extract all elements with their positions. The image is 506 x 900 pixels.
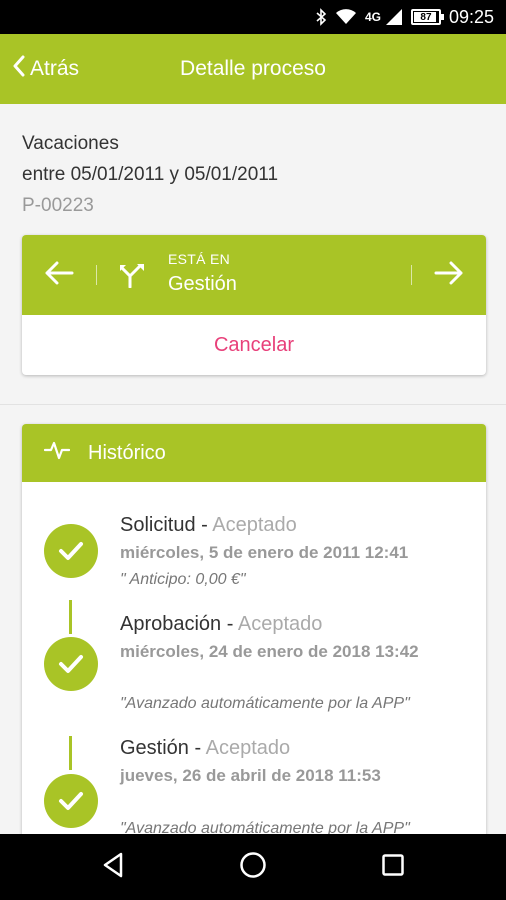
state-value: Gestión bbox=[168, 273, 237, 295]
signal-icon bbox=[385, 8, 403, 26]
history-entry-note: " Anticipo: 0,00 €" bbox=[120, 571, 246, 588]
timeline-connector bbox=[69, 600, 72, 634]
wifi-icon bbox=[335, 8, 357, 26]
entry-separator: - bbox=[195, 514, 213, 536]
cancel-button[interactable]: Cancelar bbox=[22, 315, 486, 375]
entry-step: Solicitud bbox=[120, 514, 196, 536]
system-recents-button[interactable] bbox=[353, 834, 433, 900]
status-bar: 4G 87 09:25 bbox=[0, 0, 506, 34]
state-card: ESTÁ EN Gestión Cancelar bbox=[22, 235, 486, 375]
circle-home-icon bbox=[239, 851, 267, 884]
entry-status: Aceptado bbox=[212, 514, 297, 536]
app-bar: Atrás Detalle proceso bbox=[0, 34, 506, 104]
history-card: Histórico Solicitud - Aceptado miércoles… bbox=[22, 424, 486, 844]
process-info: Vacaciones entre 05/01/2011 y 05/01/2011… bbox=[22, 128, 278, 221]
system-back-button[interactable] bbox=[73, 834, 153, 900]
back-label: Atrás bbox=[30, 57, 80, 80]
entry-separator: - bbox=[221, 613, 238, 635]
status-time: 09:25 bbox=[448, 6, 494, 27]
split-arrows-icon bbox=[118, 262, 146, 293]
history-entry-date: miércoles, 24 de enero de 2018 13:42 bbox=[120, 642, 419, 661]
entry-status: Aceptado bbox=[237, 613, 323, 635]
entry-separator: - bbox=[188, 737, 206, 759]
state-label: ESTÁ EN bbox=[168, 251, 231, 267]
network-type: 4G bbox=[364, 10, 381, 24]
check-circle-icon bbox=[44, 637, 98, 691]
next-state-button[interactable] bbox=[412, 235, 486, 315]
bluetooth-icon bbox=[315, 8, 327, 26]
system-nav-bar bbox=[0, 834, 506, 900]
back-button[interactable]: Atrás bbox=[12, 34, 79, 104]
history-entry-title: Gestión - Aceptado bbox=[120, 737, 290, 760]
history-entry-title: Solicitud - Aceptado bbox=[120, 514, 297, 537]
battery-icon: 87 bbox=[410, 9, 444, 25]
arrow-right-icon bbox=[434, 261, 464, 290]
process-code: P-00223 bbox=[22, 195, 94, 216]
check-circle-icon bbox=[44, 524, 98, 578]
history-entry-note: "Avanzado automáticamente por la APP" bbox=[120, 695, 410, 712]
timeline-connector bbox=[69, 736, 72, 770]
chevron-left-icon bbox=[12, 55, 26, 83]
history-title: Histórico bbox=[88, 441, 166, 464]
arrow-left-icon bbox=[44, 261, 74, 290]
previous-state-button[interactable] bbox=[22, 235, 96, 315]
history-entry-title: Aprobación - Aceptado bbox=[120, 613, 322, 636]
square-recents-icon bbox=[381, 853, 405, 882]
history-entry-date: jueves, 26 de abril de 2018 11:53 bbox=[120, 766, 381, 785]
history-header: Histórico bbox=[22, 424, 486, 482]
entry-step: Aprobación bbox=[120, 613, 222, 635]
process-name: Vacaciones bbox=[22, 133, 119, 154]
state-header: ESTÁ EN Gestión bbox=[22, 235, 486, 315]
entry-status: Aceptado bbox=[205, 737, 291, 759]
check-circle-icon bbox=[44, 774, 98, 828]
triangle-back-icon bbox=[101, 852, 125, 883]
entry-step: Gestión bbox=[120, 737, 189, 759]
system-home-button[interactable] bbox=[213, 834, 293, 900]
process-date-range: entre 05/01/2011 y 05/01/2011 bbox=[22, 164, 279, 185]
divider bbox=[96, 265, 97, 285]
section-divider bbox=[0, 404, 506, 405]
battery-level: 87 bbox=[420, 11, 432, 23]
history-entry-date: miércoles, 5 de enero de 2011 12:41 bbox=[120, 543, 409, 562]
activity-icon bbox=[43, 439, 71, 467]
